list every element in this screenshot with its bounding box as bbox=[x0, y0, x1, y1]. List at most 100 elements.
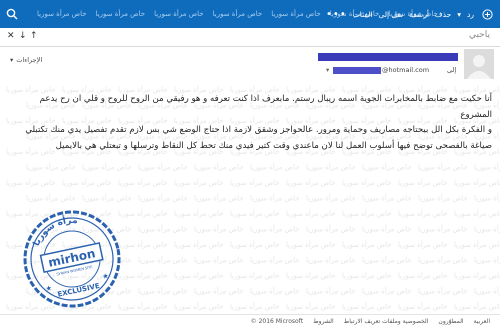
footer-link-privacy[interactable]: الخصوصية وملفات تعريف الارتباط bbox=[344, 318, 429, 325]
toolbar-right: رد ▾ حذف أرشفة نقل إلى الفئات ••• bbox=[326, 0, 494, 28]
watermark-mark: خاص مرأة سوريا bbox=[362, 225, 412, 234]
watermark-mark: خاص مرأة سوريا bbox=[454, 302, 500, 311]
watermark-mark: خاص مرأة سوريا bbox=[118, 209, 168, 218]
body-line: أنا حكيت مع ضابط بالمخابرات الجوية اسمه … bbox=[39, 94, 492, 120]
more-icon[interactable]: ••• bbox=[326, 9, 347, 20]
watermark-mark: خاص مرأة سوريا bbox=[230, 302, 280, 311]
subject-text: ياحبي bbox=[468, 30, 490, 40]
footer-link-developers[interactable]: المطوّرون bbox=[438, 318, 463, 325]
watermark-mark: خاص مرأة سوريا bbox=[250, 287, 300, 296]
sender-name-redacted bbox=[318, 53, 458, 61]
watermark-text: خاص مرأة سوريا bbox=[154, 10, 204, 18]
watermark-mark: خاص مرأة سوريا bbox=[174, 178, 224, 187]
watermark-mark: خاص مرأة سوريا bbox=[82, 194, 132, 203]
footer-link-language[interactable]: العربية bbox=[474, 318, 490, 325]
watermark-mark: خاص مرأة سوريا bbox=[362, 256, 412, 265]
new-message-icon[interactable] bbox=[480, 7, 494, 21]
footer-link-terms[interactable]: الشروط bbox=[313, 318, 334, 325]
watermark-mark: خاص مرأة سوريا bbox=[138, 163, 188, 172]
watermark-mark: خاص مرأة سوريا bbox=[194, 194, 244, 203]
watermark-mark: خاص مرأة سوريا bbox=[138, 194, 188, 203]
watermark-mark: خاص مرأة سوريا bbox=[82, 163, 132, 172]
body-line: و الفكرة بكل الل بيحتاجه مصاريف وحماية و… bbox=[25, 125, 492, 136]
svg-text:★: ★ bbox=[102, 272, 110, 281]
watermark-mark: خاص مرأة سوريا bbox=[286, 302, 336, 311]
watermark-mark: خاص مرأة سوريا bbox=[286, 240, 336, 249]
move-to-button[interactable]: نقل إلى bbox=[379, 10, 404, 19]
watermark-text: خاص مرأة سوريا bbox=[212, 10, 263, 18]
actions-menu[interactable]: الإجراءات ▾ bbox=[10, 56, 42, 64]
watermark-mark: خاص مرأة سوريا bbox=[306, 194, 356, 203]
watermark-mark: خاص مرأة سوريا bbox=[6, 178, 56, 187]
watermark-mark: خاص مرأة سوريا bbox=[286, 209, 336, 218]
watermark-mark: خاص مرأة سوريا bbox=[174, 240, 224, 249]
watermark-mark: خاص مرأة سوريا bbox=[418, 256, 468, 265]
watermark-mark: خاص مرأة سوريا bbox=[138, 256, 188, 265]
watermark-mark: خاص مرأة سوريا bbox=[454, 209, 500, 218]
close-icon[interactable]: ✕ bbox=[7, 31, 15, 41]
arrow-up-icon[interactable]: ↑ bbox=[30, 31, 38, 41]
reply-button[interactable]: رد bbox=[467, 10, 474, 19]
watermark-mark: خاص مرأة سوريا bbox=[306, 225, 356, 234]
copyright: © 2016 Microsoft bbox=[250, 318, 304, 325]
recipient-redacted bbox=[333, 67, 381, 74]
watermark-mark: خاص مرأة سوريا bbox=[362, 194, 412, 203]
watermark-mark: خاص مرأة سوريا bbox=[342, 209, 392, 218]
recipient-line: إلى @hotmail.com ▾ bbox=[300, 66, 460, 76]
watermark-mark: خاص مرأة سوريا bbox=[118, 240, 168, 249]
watermark-mark: خاص مرأة سوريا bbox=[474, 194, 500, 203]
footer: © 2016 Microsoft الشروط الخصوصية وملفات … bbox=[0, 316, 500, 327]
message-body: أنا حكيت مع ضابط بالمخابرات الجوية اسمه … bbox=[22, 92, 492, 154]
arrow-down-icon[interactable]: ↓ bbox=[19, 31, 27, 41]
watermark-mark: خاص مرأة سوريا bbox=[306, 287, 356, 296]
watermark-mark: خاص مرأة سوريا bbox=[418, 194, 468, 203]
delete-button[interactable]: حذف bbox=[435, 10, 451, 19]
watermark-mark: خاص مرأة سوريا bbox=[138, 287, 188, 296]
watermark-mark: خاص مرأة سوريا bbox=[398, 271, 448, 280]
mail-read-view: خاص مرأة سوريا خاص مرأة سوريا خاص مرأة س… bbox=[0, 0, 500, 327]
categories-button[interactable]: الفئات bbox=[353, 10, 373, 19]
watermark-mark: خاص مرأة سوريا bbox=[174, 271, 224, 280]
watermark-mark: خاص مرأة سوريا bbox=[194, 163, 244, 172]
watermark-mark: خاص مرأة سوريا bbox=[398, 302, 448, 311]
watermark-mark: خاص مرأة سوريا bbox=[454, 178, 500, 187]
watermark-mark: خاص مرأة سوريا bbox=[118, 178, 168, 187]
recipient-email: @hotmail.com bbox=[382, 66, 430, 74]
watermark-mark: خاص مرأة سوريا bbox=[342, 178, 392, 187]
watermark-mark: خاص مرأة سوريا bbox=[26, 163, 76, 172]
watermark-mark: خاص مرأة سوريا bbox=[174, 302, 224, 311]
watermark-mark: خاص مرأة سوريا bbox=[230, 240, 280, 249]
chevron-down-icon[interactable]: ▾ bbox=[326, 66, 329, 74]
watermark-mark: خاص مرأة سوريا bbox=[194, 287, 244, 296]
watermark-text: خاص مرأة سوريا bbox=[37, 10, 87, 18]
watermark-mark: خاص مرأة سوريا bbox=[362, 163, 412, 172]
chevron-down-icon[interactable]: ▾ bbox=[457, 10, 461, 19]
watermark-mark: خاص مرأة سوريا bbox=[474, 287, 500, 296]
watermark-mark: خاص مرأة سوريا bbox=[194, 256, 244, 265]
watermark-mark: خاص مرأة سوريا bbox=[250, 225, 300, 234]
watermark-mark: خاص مرأة سوريا bbox=[230, 209, 280, 218]
watermark-mark: خاص مرأة سوريا bbox=[454, 240, 500, 249]
watermark-mark: خاص مرأة سوريا bbox=[118, 271, 168, 280]
watermark-mark: خاص مرأة سوريا bbox=[342, 302, 392, 311]
watermark-mark: خاص مرأة سوريا bbox=[342, 240, 392, 249]
watermark-mark: خاص مرأة سوريا bbox=[138, 225, 188, 234]
watermark-mark: خاص مرأة سوريا bbox=[62, 178, 112, 187]
watermark-mark: خاص مرأة سوريا bbox=[174, 209, 224, 218]
watermark-mark: خاص مرأة سوريا bbox=[398, 240, 448, 249]
watermark-mark: خاص مرأة سوريا bbox=[342, 271, 392, 280]
avatar bbox=[464, 49, 494, 79]
watermark-mark: خاص مرأة سوريا bbox=[250, 163, 300, 172]
search-icon[interactable] bbox=[5, 7, 19, 21]
divider bbox=[0, 46, 500, 47]
watermark-mark: خاص مرأة سوريا bbox=[418, 287, 468, 296]
footer-divider bbox=[0, 314, 500, 315]
watermark-text: خاص مرأة سوريا bbox=[271, 10, 321, 18]
watermark-mark: خاص مرأة سوريا bbox=[250, 194, 300, 203]
subject-row: ياحبي bbox=[0, 28, 500, 44]
archive-button[interactable]: أرشفة bbox=[409, 10, 429, 19]
watermark-mark: خاص مرأة سوريا bbox=[194, 225, 244, 234]
watermark-mark: خاص مرأة سوريا bbox=[474, 256, 500, 265]
chevron-down-icon: ▾ bbox=[10, 56, 14, 64]
to-label: إلى bbox=[447, 66, 457, 74]
